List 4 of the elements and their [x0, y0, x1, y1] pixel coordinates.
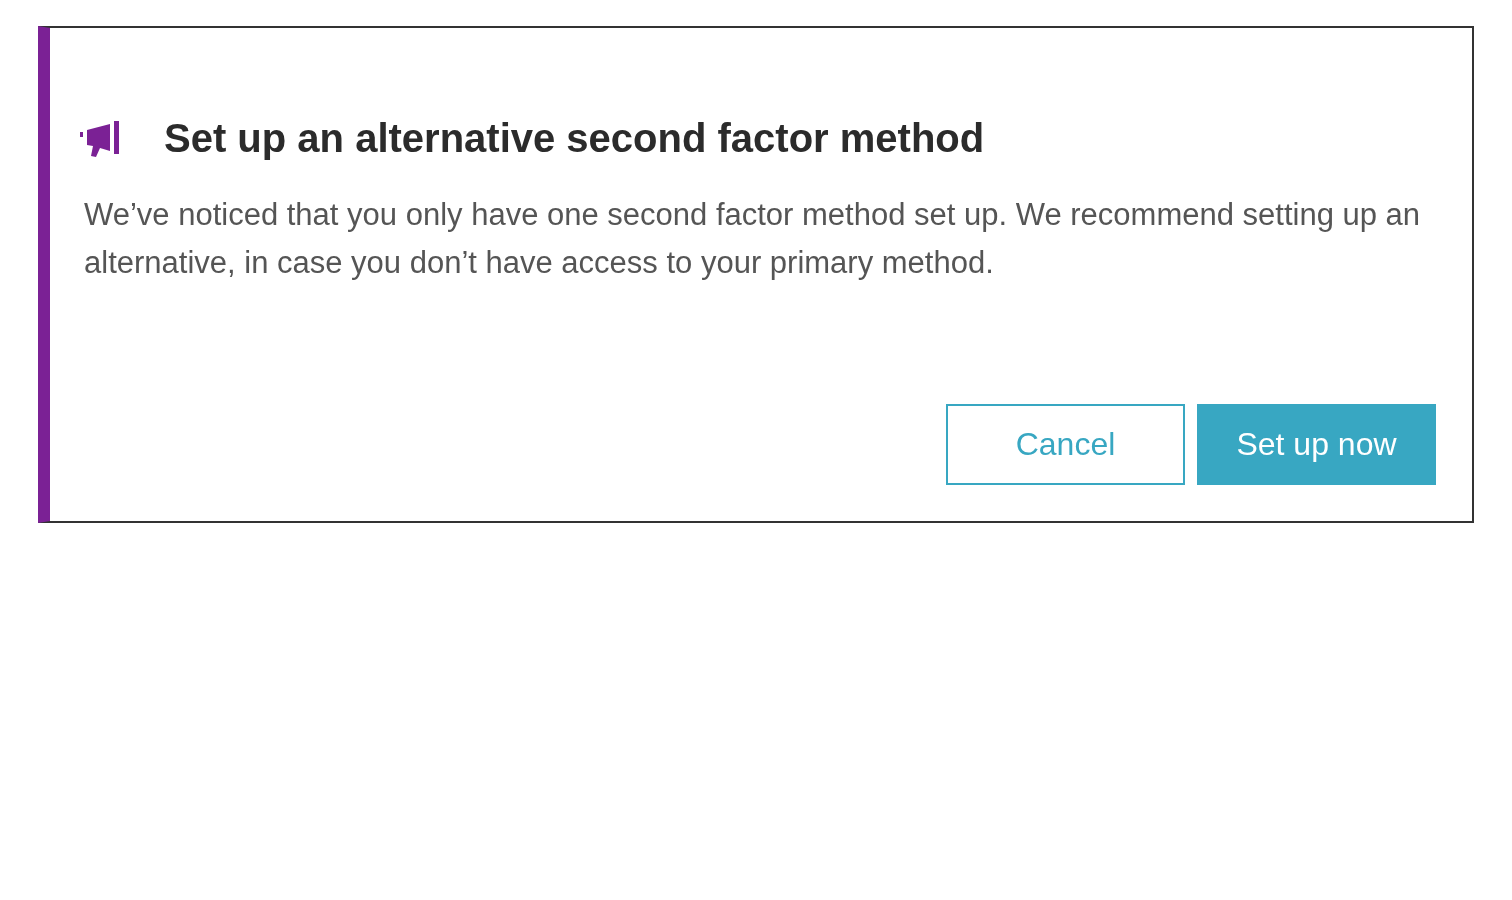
cancel-button[interactable]: Cancel	[946, 404, 1185, 485]
setup-button[interactable]: Set up now	[1197, 404, 1436, 485]
dialog-message: We’ve noticed that you only have one second factor method set up. We recommend setting up an alternative, in case you don’t have access to your primary method.	[84, 196, 1422, 282]
dialog-title: Set up an alternative second factor method	[164, 116, 985, 161]
